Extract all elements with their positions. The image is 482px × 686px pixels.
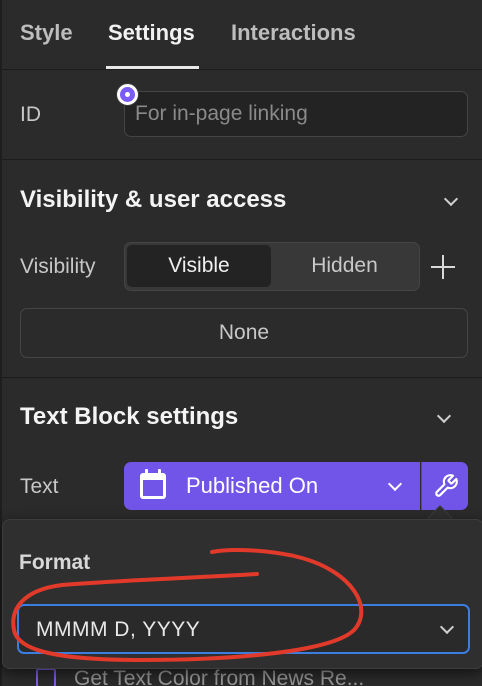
settings-panel: Style Settings Interactions ID Visibilit… — [0, 0, 482, 686]
chevron-down-icon — [439, 619, 455, 635]
user-access-button[interactable]: None — [20, 308, 468, 358]
chevron-down-icon — [387, 476, 403, 492]
text-label: Text — [20, 475, 59, 498]
id-row: ID — [2, 70, 482, 160]
binding-settings-button[interactable] — [421, 462, 468, 510]
panel-tabs: Style Settings Interactions — [2, 0, 482, 70]
format-value: MMMM D, YYYY — [36, 618, 201, 641]
id-input[interactable] — [124, 91, 468, 137]
chevron-down-icon[interactable] — [443, 191, 459, 207]
cursor-indicator — [117, 84, 138, 105]
calendar-icon — [140, 469, 166, 499]
binding-value: Published On — [186, 473, 319, 498]
plus-icon[interactable] — [431, 255, 455, 279]
tab-settings[interactable]: Settings — [108, 20, 195, 46]
tab-interactions[interactable]: Interactions — [231, 20, 356, 46]
wrench-icon — [435, 474, 458, 497]
visible-option[interactable]: Visible — [127, 245, 271, 287]
text-block-section-title: Text Block settings — [20, 403, 239, 430]
visibility-toggle: Visible Hidden — [124, 242, 420, 291]
format-popover: Format MMMM D, YYYY — [2, 519, 482, 669]
visibility-section: Visibility & user access Visibility Visi… — [2, 160, 482, 378]
format-select[interactable]: MMMM D, YYYY — [17, 604, 470, 654]
background-row-text: Get Text Color from News Re... — [74, 667, 365, 686]
format-title: Format — [19, 551, 91, 574]
chevron-down-icon[interactable] — [436, 408, 452, 424]
active-tab-indicator — [106, 66, 199, 69]
checkbox[interactable] — [36, 668, 56, 686]
visibility-label: Visibility — [20, 255, 96, 278]
hidden-option[interactable]: Hidden — [273, 245, 416, 287]
text-binding-dropdown[interactable]: Published On — [124, 462, 420, 510]
tab-style[interactable]: Style — [20, 20, 73, 46]
id-label: ID — [20, 103, 41, 126]
visibility-section-title: Visibility & user access — [20, 186, 287, 213]
